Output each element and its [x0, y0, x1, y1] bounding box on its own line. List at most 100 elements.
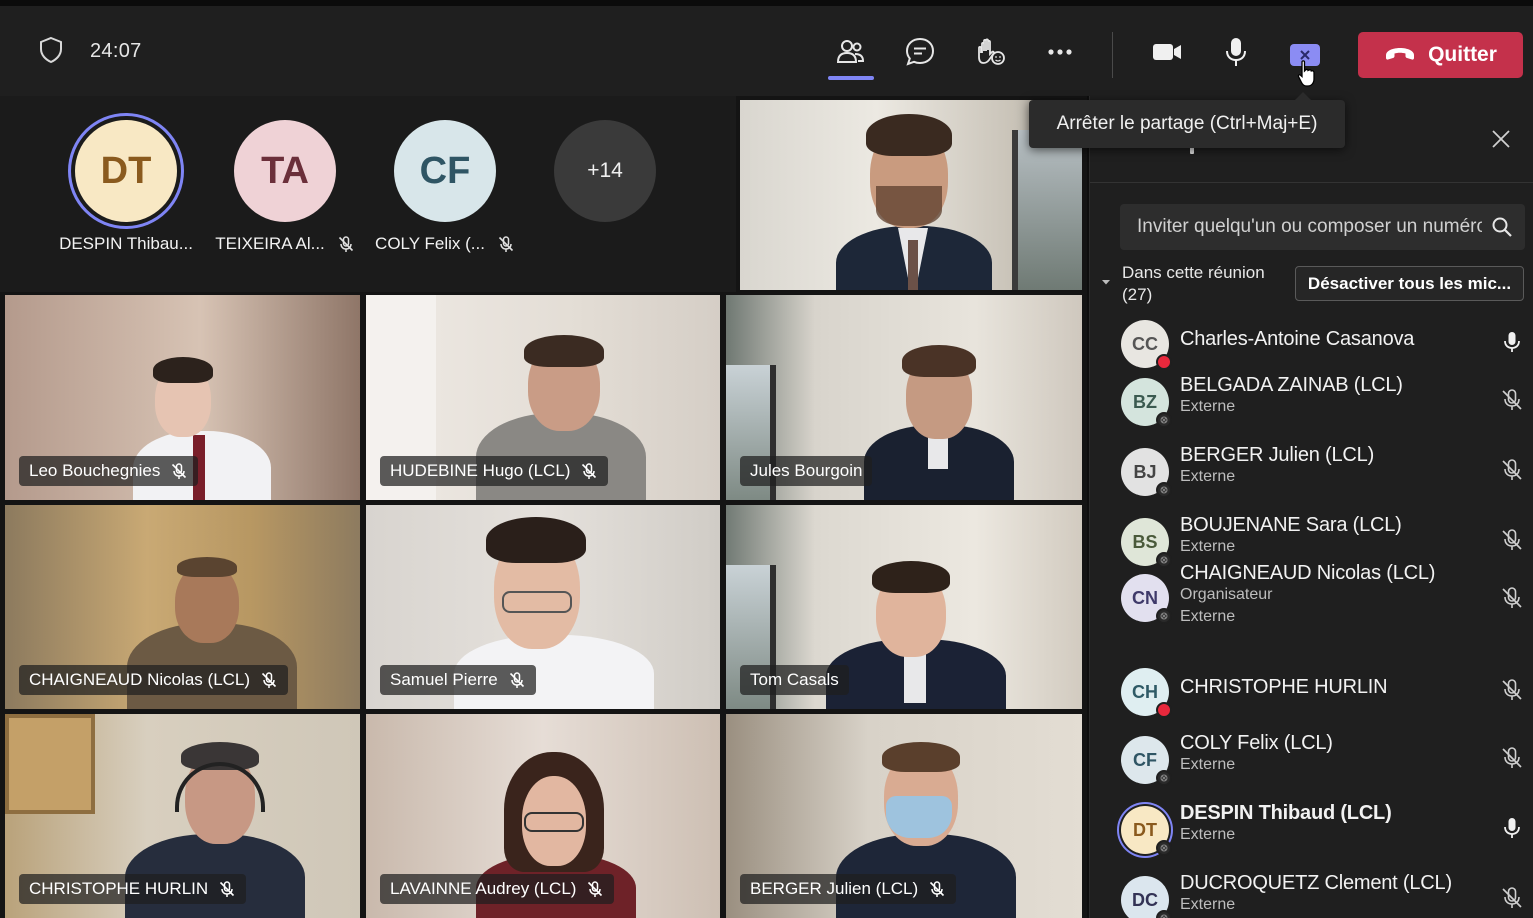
participant-role: Externe: [1180, 608, 1236, 625]
mic-off-icon[interactable]: [1500, 388, 1524, 412]
close-icon[interactable]: [1490, 128, 1512, 150]
participant-name: DUCROQUETZ Clement (LCL): [1180, 872, 1452, 894]
invite-input[interactable]: [1137, 216, 1482, 238]
people-icon: [836, 40, 865, 63]
participant-name: TEIXEIRA Al...: [215, 234, 325, 253]
mic-off-icon[interactable]: [1500, 886, 1524, 910]
participant-name: CHRISTOPHE HURLIN: [1180, 676, 1388, 698]
invite-search-box[interactable]: [1120, 204, 1525, 250]
participant-role: Externe: [1180, 468, 1236, 485]
participant-name: COLY Felix (...: [375, 234, 485, 253]
avatar: DT: [75, 120, 177, 222]
stop-sharing-tooltip: Arrêter le partage (Ctrl+Maj+E): [1029, 92, 1345, 148]
mic-off-icon[interactable]: [1500, 746, 1524, 770]
mic-off-icon: [930, 881, 945, 897]
avatar-initials: BZ: [1133, 391, 1157, 412]
tile-name-label: CHAIGNEAUD Nicolas (LCL): [19, 665, 289, 695]
presence-badge: [1156, 608, 1172, 624]
presence-badge: [1156, 354, 1172, 370]
presence-badge: [1156, 770, 1172, 786]
microphone-icon[interactable]: [1500, 330, 1524, 354]
microphone-icon[interactable]: [1500, 816, 1524, 840]
avatar-cell[interactable]: DT DESPIN Thibau...: [56, 120, 196, 254]
chat-button[interactable]: [900, 32, 940, 72]
overflow-count-label: +14: [587, 159, 623, 182]
audio-participants-strip: DT DESPIN Thibau... TA TEIXEIRA Al... CF…: [0, 96, 736, 292]
avatar-initials: CN: [1132, 587, 1158, 608]
presence-badge: [1156, 482, 1172, 498]
overflow-count: +14: [554, 120, 656, 222]
avatar-cell[interactable]: TA TEIXEIRA Al...: [215, 120, 355, 254]
mic-off-icon[interactable]: [1500, 586, 1524, 610]
tile-name: LAVAINNE Audrey (LCL): [390, 879, 577, 898]
mic-off-icon: [582, 463, 597, 479]
participants-panel: Dans cette réunion (27) Désactiver tous …: [1089, 96, 1533, 918]
camera-button[interactable]: [1147, 32, 1187, 72]
leave-label: Quitter: [1428, 43, 1497, 66]
microphone-icon: [1226, 38, 1246, 66]
video-tile[interactable]: HUDEBINE Hugo (LCL): [366, 295, 720, 500]
tile-name: CHAIGNEAUD Nicolas (LCL): [29, 670, 251, 689]
avatar-initials: CF: [419, 149, 471, 192]
participants-active-indicator: [828, 76, 874, 80]
avatar-initials: BS: [1132, 531, 1158, 552]
participant-name: Charles-Antoine Casanova: [1180, 328, 1415, 350]
mic-off-icon[interactable]: [1500, 458, 1524, 482]
meeting-timer: 24:07: [90, 40, 142, 62]
video-tile[interactable]: Samuel Pierre: [366, 505, 720, 709]
video-tile[interactable]: BERGER Julien (LCL): [726, 714, 1082, 918]
tile-name: Leo Bouchegnies: [29, 461, 161, 480]
avatar-initials: DT: [100, 149, 152, 192]
chevron-down-icon: [1102, 280, 1110, 285]
reactions-button[interactable]: [970, 32, 1010, 72]
video-tile[interactable]: Tom Casals: [726, 505, 1082, 709]
participant-role: Externe: [1180, 756, 1236, 773]
mic-off-icon[interactable]: [1500, 528, 1524, 552]
tile-name-label: BERGER Julien (LCL): [740, 874, 957, 904]
participant-count: (27): [1122, 285, 1153, 304]
mic-off-icon: [261, 672, 277, 688]
presence-badge: [1156, 552, 1172, 568]
participant-name: DESPIN Thibau...: [59, 234, 193, 253]
tile-name-label: Tom Casals: [740, 665, 849, 695]
participant-name: DESPIN Thibaud (LCL): [1180, 802, 1392, 824]
mic-off-icon[interactable]: [1500, 678, 1524, 702]
video-tile[interactable]: Leo Bouchegnies: [5, 295, 360, 500]
video-tile[interactable]: LAVAINNE Audrey (LCL): [366, 714, 720, 918]
tile-name: HUDEBINE Hugo (LCL): [390, 461, 571, 480]
video-camera-icon: [1153, 44, 1181, 60]
video-stage: DT DESPIN Thibau... TA TEIXEIRA Al... CF…: [0, 96, 1087, 918]
search-icon[interactable]: [1491, 216, 1513, 238]
in-meeting-section-header[interactable]: Dans cette réunion (27): [1100, 262, 1290, 306]
participant-role: Organisateur: [1180, 586, 1273, 603]
participant-role: Externe: [1180, 896, 1236, 913]
video-tile[interactable]: CHAIGNEAUD Nicolas (LCL): [5, 505, 360, 709]
avatar-initials: TA: [261, 149, 309, 192]
more-actions-button[interactable]: [1040, 32, 1080, 72]
raise-hand-icon: [978, 38, 1005, 65]
chat-icon: [905, 37, 935, 66]
tile-name-label: Samuel Pierre: [380, 665, 536, 695]
meeting-toolbar: 24:07 Quitter: [0, 0, 1533, 96]
leave-meeting-button[interactable]: Quitter: [1358, 32, 1523, 78]
section-title: Dans cette réunion: [1122, 263, 1265, 282]
tile-name-label: HUDEBINE Hugo (LCL): [380, 456, 609, 486]
mic-off-icon: [588, 881, 603, 897]
tile-name-label: Leo Bouchegnies: [19, 456, 199, 486]
presence-badge: [1156, 412, 1172, 428]
video-tile[interactable]: Jules Bourgoin: [726, 295, 1082, 500]
microphone-button[interactable]: [1216, 32, 1256, 72]
participants-button[interactable]: [830, 32, 870, 72]
participant-role: Externe: [1180, 538, 1236, 555]
video-tile[interactable]: CHRISTOPHE HURLIN: [5, 714, 360, 918]
participant-name: CHAIGNEAUD Nicolas (LCL): [1180, 562, 1436, 584]
mic-off-icon: [338, 236, 353, 252]
toolbar-separator: [1112, 32, 1113, 78]
presence-badge: [1156, 840, 1172, 856]
avatar-initials: DT: [1133, 819, 1157, 840]
avatar-initials: CC: [1132, 333, 1158, 354]
more-participants-button[interactable]: +14: [535, 120, 675, 222]
mute-all-button[interactable]: Désactiver tous les mic...: [1295, 266, 1524, 301]
tile-name: BERGER Julien (LCL): [750, 879, 919, 898]
avatar-cell[interactable]: CF COLY Felix (...: [375, 120, 515, 254]
